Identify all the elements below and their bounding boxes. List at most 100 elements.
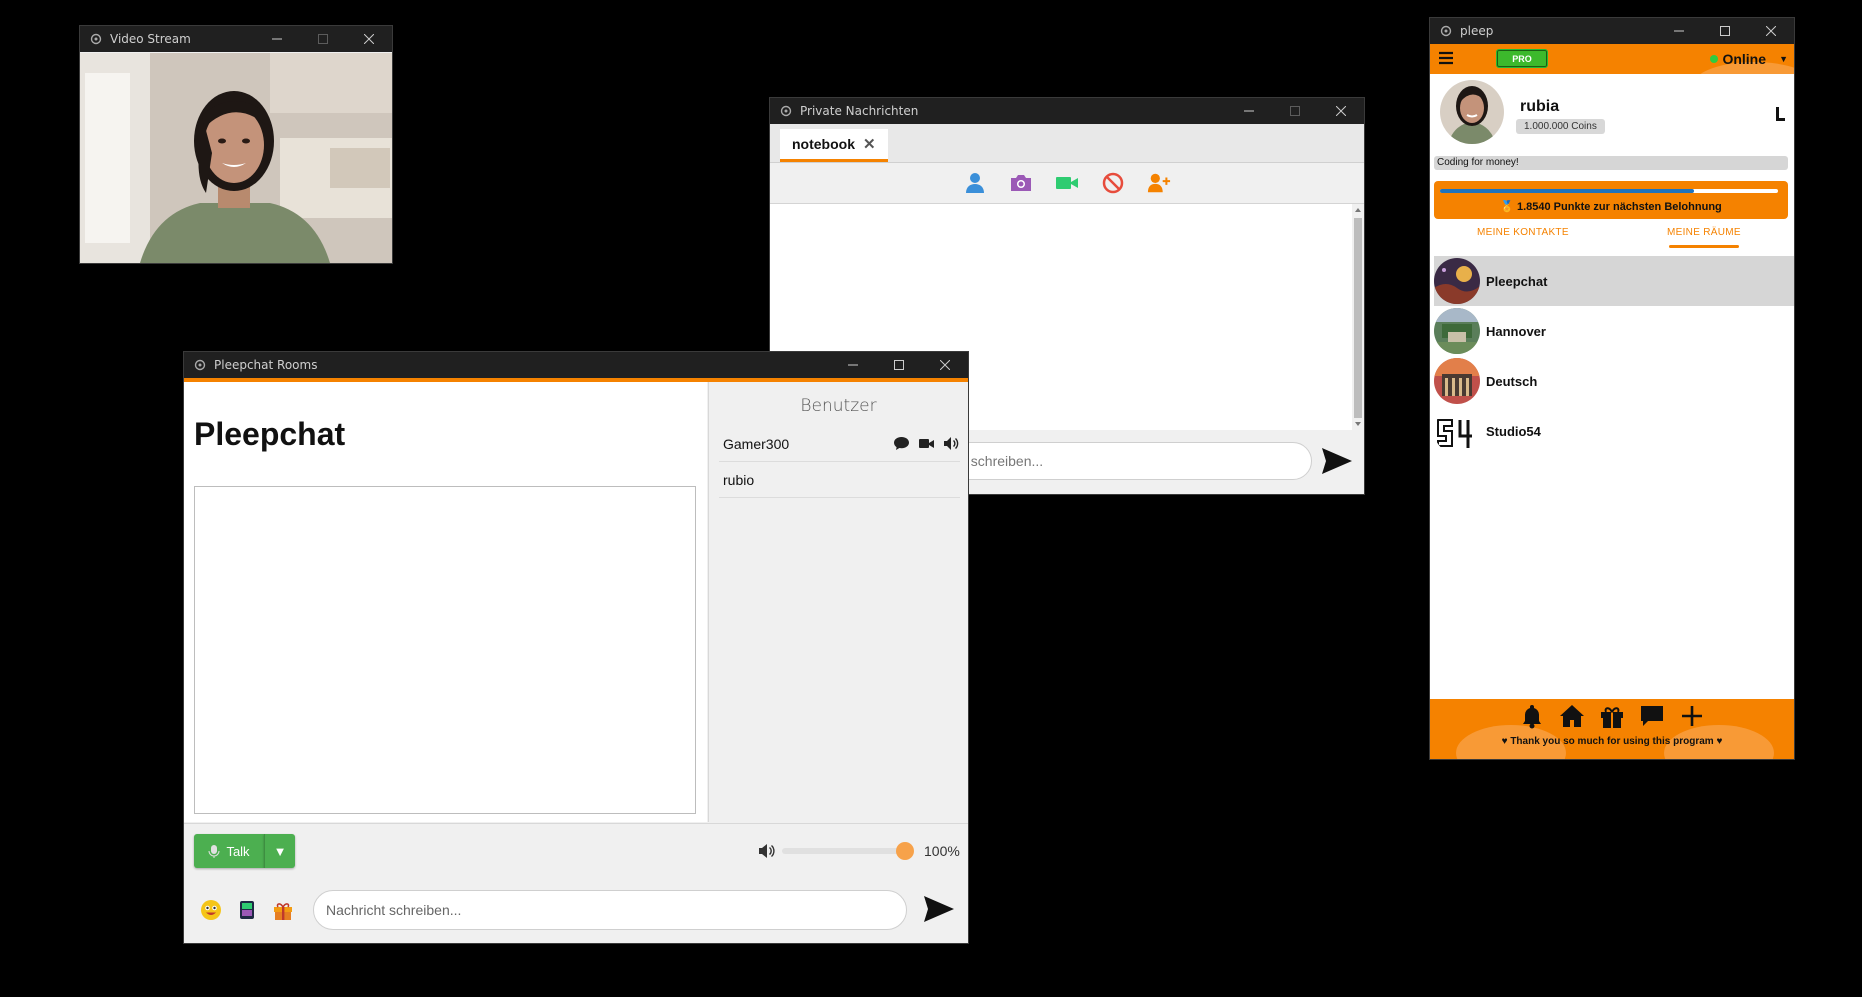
reward-progress-fill [1440,189,1694,193]
talk-label: Talk [226,843,250,859]
minimize-button[interactable] [254,26,300,52]
sticker-icon[interactable] [236,899,258,921]
tab-my-contacts[interactable]: MEINE KONTAKTE [1477,227,1569,238]
online-status[interactable]: Online [1710,51,1766,67]
thank-you-text: ♥ Thank you so much for using this progr… [1501,736,1723,747]
message-placeholder: t schreiben... [963,453,1044,469]
app-icon [90,33,102,45]
messages-icon[interactable] [1639,703,1665,729]
users-header: Benutzer [800,396,877,416]
minimize-button[interactable] [830,352,876,378]
scrollbar-thumb[interactable] [1354,218,1362,418]
pleep-main-window[interactable]: pleep PRO Online ▼ rubia 1.000.000 Coins… [1430,18,1794,759]
bottom-navigation: ♥ Thank you so much for using this progr… [1430,699,1794,759]
home-icon[interactable] [1559,703,1585,729]
user-list-panel: Benutzer Gamer300 rubio [708,382,968,822]
minimize-button[interactable] [1656,18,1702,44]
user-row[interactable]: rubio [719,462,960,498]
status-dropdown-icon[interactable]: ▼ [1779,54,1788,64]
gift-icon[interactable] [1599,703,1625,729]
close-button[interactable] [1748,18,1794,44]
add-contact-icon[interactable] [1147,171,1171,195]
maximize-button[interactable] [1702,18,1748,44]
close-button[interactable] [922,352,968,378]
video-stream-window[interactable]: Video Stream [80,26,392,263]
tab-bar: MEINE KONTAKTE MEINE RÄUME [1430,224,1794,252]
medal-icon: 🏅 [1500,201,1514,213]
room-item[interactable]: Hannover [1434,306,1794,356]
tab-my-rooms[interactable]: MEINE RÄUME [1667,227,1741,248]
video-feed [80,53,392,263]
titlebar[interactable]: Pleepchat Rooms [184,352,968,378]
bell-icon[interactable] [1519,703,1545,729]
conversation-tabs: notebook ✕ [770,124,1364,163]
close-button[interactable] [1318,98,1364,124]
message-input[interactable]: t schreiben... [948,442,1312,480]
chat-bubble-icon[interactable] [893,436,910,451]
room-name: Hannover [1486,323,1546,339]
volume-slider-handle[interactable] [896,842,914,860]
send-icon[interactable] [922,894,956,924]
maximize-button[interactable] [876,352,922,378]
minimize-button[interactable] [1226,98,1272,124]
emoji-icon[interactable] [200,899,222,921]
reward-progress-panel: 🏅 1.8540 Punkte zur nächsten Belohnung [1434,181,1788,219]
room-name: Deutsch [1486,373,1538,389]
talk-button[interactable]: Talk [194,834,264,868]
speaker-icon[interactable] [943,436,960,451]
tab-notebook[interactable]: notebook ✕ [780,129,888,162]
volume-value: 100% [924,843,960,859]
voice-controls: Talk ▼ 100% [184,823,968,879]
room-item[interactable]: Studio54 [1434,406,1794,456]
username: rubia [1520,98,1560,115]
window-title: pleep [1460,24,1494,38]
room-name: Pleepchat [1486,273,1548,289]
room-list: Pleepchat Hannover Deutsch Studio54 [1434,256,1794,456]
scrollbar[interactable] [1352,204,1364,430]
pleepchat-rooms-window[interactable]: Pleepchat Rooms Pleepchat Benutzer Gamer… [184,352,968,943]
pro-badge[interactable]: PRO [1496,49,1548,68]
room-name: Studio54 [1486,423,1541,439]
user-name: rubio [723,471,755,488]
send-icon[interactable] [1320,446,1354,476]
close-button[interactable] [346,26,392,52]
close-tab-icon[interactable]: ✕ [863,135,876,153]
titlebar[interactable]: Private Nachrichten [770,98,1364,124]
maximize-button[interactable] [1272,98,1318,124]
online-dot-icon [1710,55,1719,63]
status-message[interactable]: Coding for money! [1434,156,1788,170]
camera-icon[interactable] [1009,171,1033,195]
hamburger-menu-icon[interactable] [1438,50,1454,66]
titlebar[interactable]: pleep [1430,18,1794,44]
volume-icon[interactable] [758,842,776,860]
gift-icon[interactable] [272,899,294,921]
room-item[interactable]: Pleepchat [1434,256,1794,306]
reward-progress-bar [1440,189,1778,193]
titlebar[interactable]: Video Stream [80,26,392,52]
status-label: Online [1722,51,1766,67]
scroll-down-icon[interactable] [1354,420,1362,428]
chat-input[interactable]: Nachricht schreiben... [313,890,907,930]
avatar[interactable] [1440,80,1504,144]
volume-slider[interactable] [782,848,910,854]
room-item[interactable]: Deutsch [1434,356,1794,406]
video-call-icon[interactable] [1055,171,1079,195]
room-thumbnail [1434,408,1480,454]
window-title: Pleepchat Rooms [214,358,318,372]
chat-log[interactable] [194,486,696,814]
maximize-button[interactable] [300,26,346,52]
block-icon[interactable] [1101,171,1125,195]
room-thumbnail [1434,308,1480,354]
plus-icon[interactable] [1679,703,1705,729]
profile-icon[interactable] [963,171,987,195]
talk-dropdown-button[interactable]: ▼ [264,834,295,868]
video-camera-icon[interactable] [918,436,935,451]
scroll-up-icon[interactable] [1354,206,1362,214]
room-title: Pleepchat [194,416,346,452]
user-row[interactable]: Gamer300 [719,426,960,462]
rank-icon [1776,107,1785,121]
chevron-down-icon: ▼ [273,843,287,859]
chat-placeholder: Nachricht schreiben... [326,902,462,918]
top-bar: PRO Online ▼ [1430,44,1794,74]
reward-text: 🏅 1.8540 Punkte zur nächsten Belohnung [1434,200,1788,213]
